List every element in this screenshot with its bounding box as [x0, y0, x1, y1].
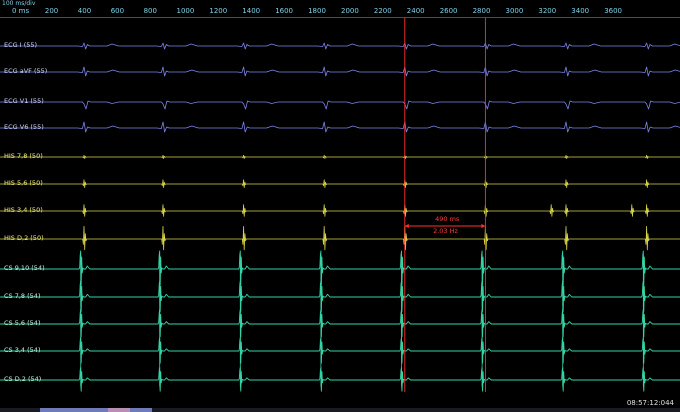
ruler-tick-label: 600	[110, 7, 125, 15]
channel-label[interactable]: HIS D,2 (50)	[4, 234, 44, 242]
scroll-thumb[interactable]	[40, 408, 152, 412]
channel-label[interactable]: HIS 7,8 (50)	[4, 152, 43, 160]
ep-recording-screen: 100 ms/div 0 ms 200 400 600 800 1000 1200 1400 1…	[0, 0, 680, 412]
trace-cs-11	[0, 337, 680, 364]
trace-ecg-1	[0, 66, 680, 77]
caliper-interval-label: 490 ms	[435, 215, 460, 223]
trace-his-5	[0, 179, 680, 188]
horizontal-scrollbar[interactable]	[0, 408, 680, 412]
channel-label[interactable]: ECG aVF (55)	[4, 67, 47, 75]
scroll-thumb-highlight[interactable]	[108, 408, 130, 412]
caliper-arrow-right-icon	[481, 224, 486, 228]
channel-label[interactable]: CS 3,4 (54)	[4, 346, 40, 354]
ruler-tick-label: 1200	[209, 7, 228, 15]
channel-label[interactable]: HIS 3,4 (50)	[4, 206, 43, 214]
ruler-tick-label: 0 ms	[12, 7, 30, 15]
trace-ecg-2	[0, 100, 680, 110]
channel-label[interactable]: ECG I (55)	[4, 41, 37, 49]
ruler-tick-label: 3600	[604, 7, 623, 15]
trace-cs-10	[0, 309, 680, 338]
ruler-tick-label: 2200	[373, 7, 392, 15]
trace-area	[0, 8, 680, 392]
caliper-rate-label: 2.03 Hz	[433, 227, 458, 235]
trace-cs-9	[0, 280, 680, 312]
channel-label[interactable]: CS 5,6 (54)	[4, 319, 40, 327]
channel-label[interactable]: CS D,2 (54)	[4, 375, 41, 383]
channel-label[interactable]: HIS 5,6 (50)	[4, 179, 43, 187]
trace-cs-8	[0, 250, 680, 286]
ruler-tick-label: 3400	[571, 7, 590, 15]
ruler-tick-label: 400	[77, 7, 92, 15]
trace-his-4	[0, 154, 680, 159]
ruler-tick-label: 2600	[439, 7, 458, 15]
trace-cs-12	[0, 366, 680, 392]
ruler-tick-label: 1400	[242, 7, 261, 15]
ruler-tick-label: 1800	[308, 7, 326, 15]
trace-his-7	[0, 226, 680, 251]
trace-his-6	[0, 204, 680, 217]
ruler-tick-label: 200	[44, 7, 59, 15]
time-scale-label: 100 ms/div	[2, 0, 36, 7]
trace-ecg-3	[0, 121, 680, 133]
ruler-tick-label: 800	[143, 7, 157, 15]
timestamp-readout: 08:57:12:044	[626, 399, 674, 407]
ruler-tick-label: 3200	[538, 7, 557, 15]
channel-label[interactable]: CS 9,10 (54)	[4, 264, 45, 272]
ruler-tick-label: 2400	[406, 7, 425, 15]
caliper-arrow-left-icon	[404, 224, 409, 228]
channel-label[interactable]: ECG V1 (55)	[4, 97, 44, 105]
ruler-tick-label: 2800	[472, 7, 491, 15]
ruler-tick-label: 1000	[176, 7, 195, 15]
ruler-tick-label: 1600	[275, 7, 294, 15]
time-ruler[interactable]: 100 ms/div 0 ms 200 400 600 800 1000 1200 1400 1…	[0, 0, 680, 18]
channel-label[interactable]: ECG V6 (55)	[4, 123, 44, 131]
ruler-tick-label: 2000	[341, 7, 359, 15]
trace-ecg-0	[0, 42, 680, 50]
channel-label[interactable]: CS 7,8 (54)	[4, 292, 40, 300]
ruler-tick-label: 3000	[505, 7, 524, 15]
